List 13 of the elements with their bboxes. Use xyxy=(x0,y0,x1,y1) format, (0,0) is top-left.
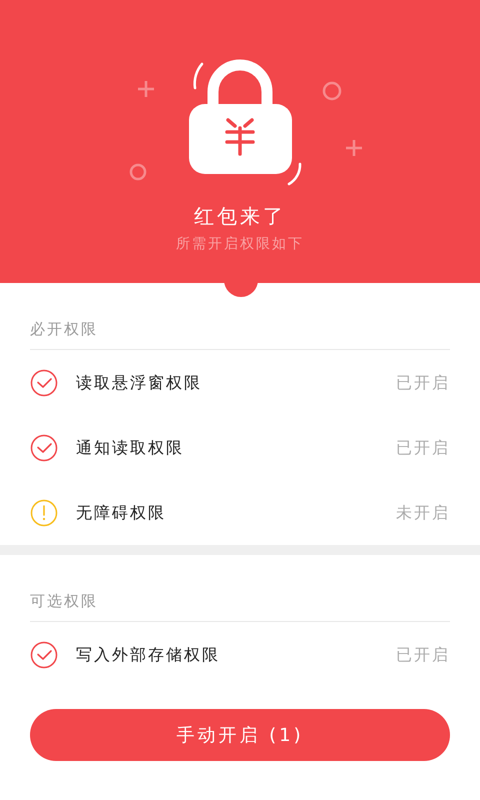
header-title: 红包来了 xyxy=(194,203,286,230)
permission-name: 通知读取权限 xyxy=(76,436,185,458)
permission-status: 已开启 xyxy=(396,644,450,666)
permission-name: 写入外部存储权限 xyxy=(76,644,221,666)
permission-status: 已开启 xyxy=(396,372,450,394)
permission-status: 已开启 xyxy=(396,436,450,458)
permission-name: 无障碍权限 xyxy=(76,502,167,524)
permission-status: 未开启 xyxy=(396,502,450,524)
section-title: 可选权限 xyxy=(30,592,98,610)
section-title: 必开权限 xyxy=(30,320,98,338)
permission-name: 读取悬浮窗权限 xyxy=(76,372,203,394)
manual-enable-button[interactable]: 手动开启 (1) xyxy=(30,709,450,761)
header-subtitle: 所需开启权限如下 xyxy=(176,235,304,254)
